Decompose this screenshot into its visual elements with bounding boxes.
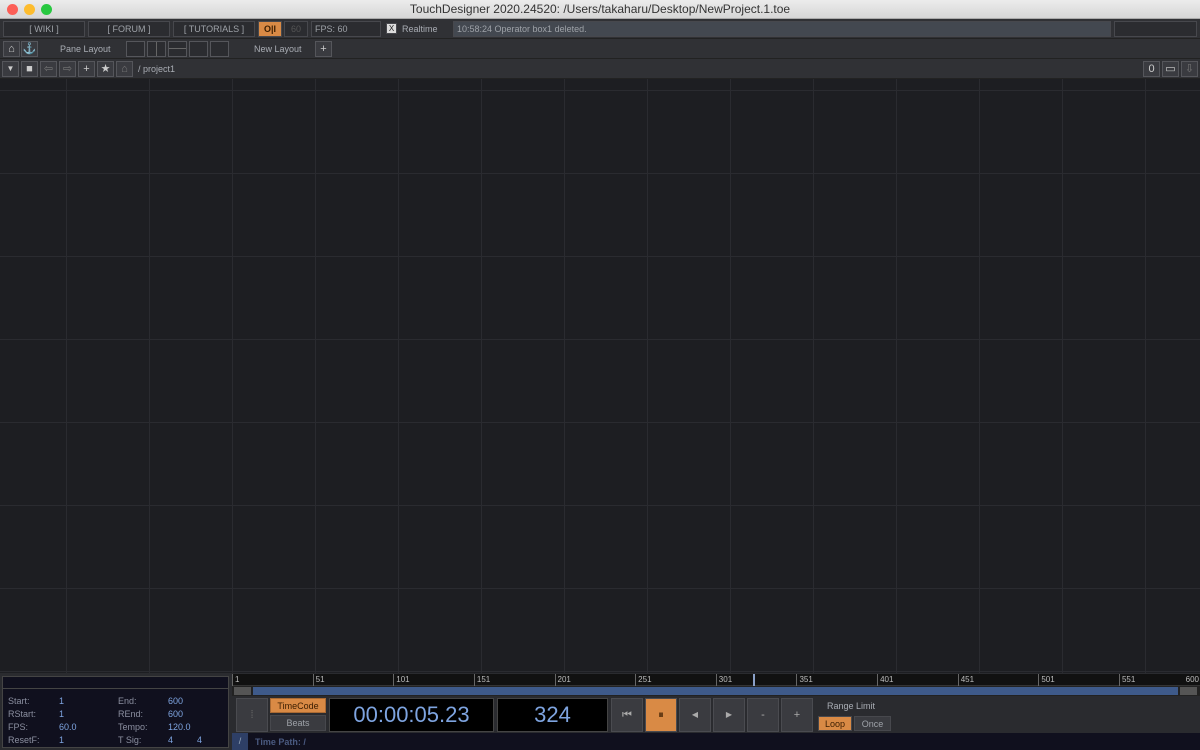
- pane-layout-label: Pane Layout: [60, 44, 111, 54]
- time-path-root-button[interactable]: /: [232, 733, 248, 750]
- pane-toolbar: ⌂ ⚓ Pane Layout New Layout +: [0, 39, 1200, 59]
- fps-label: FPS:: [8, 722, 29, 732]
- zoom-window-button[interactable]: [41, 4, 52, 15]
- stop-icon[interactable]: ■: [21, 61, 38, 77]
- timeline-panel: Start: 1 End: 600 RStart: 1 REnd: 600 FP…: [0, 673, 1200, 750]
- ruler-tick: 451: [957, 674, 974, 686]
- rstart-value[interactable]: 1: [59, 709, 64, 719]
- tsig-label: T Sig:: [118, 735, 142, 745]
- window-title: TouchDesigner 2020.24520: /Users/takahar…: [409, 2, 791, 16]
- scroll-handle-right[interactable]: [1180, 687, 1197, 695]
- anchor-icon[interactable]: ⚓: [21, 41, 38, 57]
- add-layout-button[interactable]: +: [315, 41, 332, 57]
- end-label: End:: [118, 696, 137, 706]
- ruler-tick: 401: [877, 674, 893, 686]
- ruler-tick: 251: [635, 674, 652, 686]
- info-header: [3, 677, 228, 689]
- status-bar: 10:58:24 Operator box1 deleted.: [453, 21, 1111, 37]
- playhead[interactable]: [752, 674, 755, 686]
- counter-button[interactable]: 0: [1143, 61, 1160, 77]
- wiki-button[interactable]: [ WIKI ]: [3, 21, 85, 37]
- scroll-handle-left[interactable]: [234, 687, 251, 695]
- step-back-icon[interactable]: ◀: [679, 698, 711, 732]
- layout-three-button[interactable]: [189, 41, 208, 57]
- rend-value[interactable]: 600: [168, 709, 183, 719]
- tsig-denominator[interactable]: 4: [197, 735, 202, 745]
- status-extra: [1114, 21, 1197, 37]
- layout-four-button[interactable]: [210, 41, 229, 57]
- tsig-numerator[interactable]: 4: [168, 735, 173, 745]
- back-arrow-icon[interactable]: ⇦: [40, 61, 57, 77]
- network-view-icon[interactable]: ⌂: [3, 41, 20, 57]
- minus-button[interactable]: -: [747, 698, 779, 732]
- range-limit-label: Range Limit: [827, 701, 876, 711]
- ruler-tick: 501: [1038, 674, 1055, 686]
- loop-button[interactable]: Loop: [818, 716, 852, 731]
- timeline-options-button[interactable]: ⁞: [236, 698, 268, 732]
- tempo-value[interactable]: 120.0: [168, 722, 191, 732]
- plus-icon[interactable]: +: [78, 61, 95, 77]
- rstart-label: RStart:: [8, 709, 37, 719]
- beats-button[interactable]: Beats: [270, 715, 326, 731]
- scroll-range[interactable]: [253, 687, 1178, 695]
- start-label: Start:: [8, 696, 30, 706]
- network-editor[interactable]: [0, 79, 1200, 673]
- perform-mode-button[interactable]: O|I: [258, 21, 282, 37]
- ruler-tick: 600: [1185, 675, 1199, 684]
- network-path[interactable]: / project1: [138, 64, 175, 74]
- ruler-tick: 101: [393, 674, 410, 686]
- home-icon[interactable]: ⌂: [116, 61, 133, 77]
- resetf-value[interactable]: 1: [59, 735, 64, 745]
- frame-display[interactable]: 324: [497, 698, 608, 732]
- fps-cap-button[interactable]: 60: [284, 21, 308, 37]
- ruler-tick: 151: [473, 674, 490, 686]
- realtime-label: Realtime: [402, 24, 438, 34]
- star-icon[interactable]: ★: [97, 61, 114, 77]
- layout-single-button[interactable]: [126, 41, 145, 57]
- title-bar: TouchDesigner 2020.24520: /Users/takahar…: [0, 0, 1200, 19]
- plus-button[interactable]: +: [781, 698, 813, 732]
- close-window-button[interactable]: [7, 4, 18, 15]
- ruler-tick: 51: [312, 674, 325, 686]
- ruler-tick: 301: [715, 674, 732, 686]
- rewind-icon[interactable]: ⏮: [611, 698, 643, 732]
- layout-split-horizontal-button[interactable]: [168, 41, 187, 57]
- timecode-display[interactable]: 00:00:05.23: [329, 698, 494, 732]
- resetf-label: ResetF:: [8, 735, 40, 745]
- fps-value[interactable]: 60.0: [59, 722, 77, 732]
- realtime-checkbox[interactable]: X: [386, 23, 397, 34]
- rend-label: REnd:: [118, 709, 144, 719]
- timecode-button[interactable]: TimeCode: [270, 698, 326, 713]
- timeline-ruler[interactable]: 1 51 101 151 201 251 301 351 401 451 501 551 600: [232, 674, 1200, 686]
- layout-split-vertical-button[interactable]: [147, 41, 166, 57]
- fps-display: FPS: 60: [311, 21, 381, 37]
- tempo-label: Tempo:: [118, 722, 148, 732]
- forward-arrow-icon[interactable]: ⇨: [59, 61, 76, 77]
- minimize-window-button[interactable]: [24, 4, 35, 15]
- ruler-tick: 351: [796, 674, 813, 686]
- main-toolbar: [ WIKI ] [ FORUM ] [ TUTORIALS ] O|I 60 …: [0, 19, 1200, 39]
- start-value[interactable]: 1: [59, 696, 64, 706]
- time-path-bar: / Time Path: /: [232, 733, 1200, 750]
- forum-button[interactable]: [ FORUM ]: [88, 21, 170, 37]
- step-forward-icon[interactable]: ▶: [713, 698, 745, 732]
- new-layout-label: New Layout: [254, 44, 302, 54]
- chevron-down-icon[interactable]: ▼: [2, 61, 19, 77]
- tutorials-button[interactable]: [ TUTORIALS ]: [173, 21, 255, 37]
- timeline-scrollbar[interactable]: [232, 686, 1200, 696]
- end-value[interactable]: 600: [168, 696, 183, 706]
- down-arrow-icon[interactable]: ⇩: [1181, 61, 1198, 77]
- pause-icon[interactable]: ⏸: [645, 698, 677, 732]
- once-button[interactable]: Once: [854, 716, 891, 731]
- time-path-label: Time Path: /: [255, 737, 306, 747]
- path-bar: ▼ ■ ⇦ ⇨ + ★ ⌂ / project1 0 ▭ ⇩: [0, 59, 1200, 79]
- window-icon[interactable]: ▭: [1162, 61, 1179, 77]
- ruler-tick: 201: [554, 674, 571, 686]
- ruler-tick: 551: [1118, 674, 1135, 686]
- ruler-tick: 1: [232, 674, 239, 686]
- time-settings-panel: Start: 1 End: 600 RStart: 1 REnd: 600 FP…: [2, 676, 229, 748]
